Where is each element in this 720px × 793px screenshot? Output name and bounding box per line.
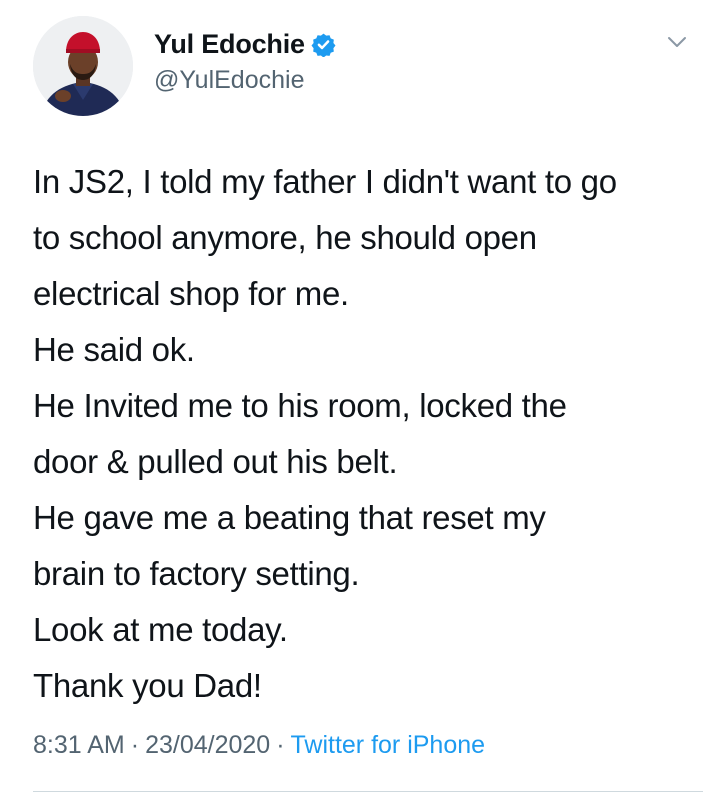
tweet-line: He said ok. [33, 331, 195, 368]
verified-badge-icon [311, 32, 336, 58]
author-info: Yul Edochie @YulEdochie [154, 26, 336, 95]
tweet-metadata: 8:31 AM · 23/04/2020 · Twitter for iPhone [33, 731, 485, 760]
user-handle[interactable]: @YulEdochie [154, 66, 336, 95]
meta-separator: · [276, 731, 285, 759]
tweet-line: door & pulled out his belt. [33, 443, 398, 480]
chevron-down-icon[interactable] [664, 32, 690, 52]
tweet-line: He gave me a beating that reset my [33, 499, 546, 536]
tweet-line: electrical shop for me. [33, 275, 349, 312]
avatar[interactable] [33, 16, 133, 116]
tweet-source-link[interactable]: Twitter for iPhone [291, 731, 486, 759]
tweet-text: In JS2, I told my father I didn't want t… [33, 154, 703, 714]
tweet-line: to school anymore, he should open [33, 219, 537, 256]
tweet-line: Look at me today. [33, 611, 288, 648]
meta-separator: · [130, 731, 140, 759]
tweet-line: Thank you Dad! [33, 667, 262, 704]
name-row: Yul Edochie [154, 26, 336, 62]
tweet-time[interactable]: 8:31 AM [33, 731, 125, 759]
tweet-card: Yul Edochie @YulEdochie In JS2, I told m… [0, 0, 720, 793]
divider [33, 791, 703, 792]
tweet-line: He Invited me to his room, locked the [33, 387, 567, 424]
avatar-image [33, 16, 133, 116]
tweet-date[interactable]: 23/04/2020 [145, 731, 270, 759]
tweet-line: In JS2, I told my father I didn't want t… [33, 163, 617, 200]
display-name[interactable]: Yul Edochie [154, 29, 305, 60]
tweet-line: brain to factory setting. [33, 555, 360, 592]
